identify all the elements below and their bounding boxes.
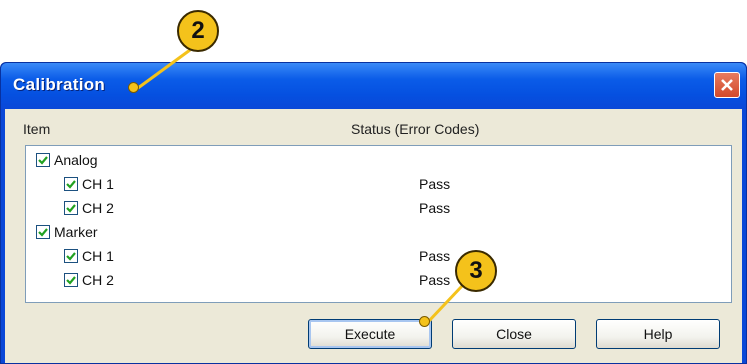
execute-button[interactable]: Execute xyxy=(308,319,432,349)
list-item-label: Marker xyxy=(54,224,98,240)
close-button[interactable]: Close xyxy=(452,319,576,349)
checkbox-analog-ch1[interactable] xyxy=(64,177,78,191)
list-item-analog-ch1[interactable]: CH 1 xyxy=(64,172,114,196)
calibration-dialog: Calibration Item Status (Error Codes) An… xyxy=(0,62,747,364)
callout-3: 3 xyxy=(455,250,497,292)
list-item-marker-ch2[interactable]: CH 2 xyxy=(64,268,114,292)
status-value: Pass xyxy=(419,176,451,192)
dialog-body: Item Status (Error Codes) Analog CH 1 Pa… xyxy=(5,109,742,363)
status-value: Pass xyxy=(419,248,451,264)
checkmark-icon xyxy=(66,180,76,189)
checkbox-analog-ch2[interactable] xyxy=(64,201,78,215)
list-item-analog-ch2[interactable]: CH 2 xyxy=(64,196,114,220)
checkbox-marker-ch1[interactable] xyxy=(64,249,78,263)
list-item-label: Analog xyxy=(54,152,98,168)
list-item-label: CH 1 xyxy=(82,176,114,192)
checkmark-icon xyxy=(66,252,76,261)
close-x-icon[interactable] xyxy=(714,72,740,98)
status-column-header: Status (Error Codes) xyxy=(351,121,480,137)
list-item-marker[interactable]: Marker xyxy=(36,220,98,244)
status-value: Pass xyxy=(419,200,451,216)
callout-2-number: 2 xyxy=(191,17,205,44)
checkmark-icon xyxy=(66,204,76,213)
item-column-header: Item xyxy=(23,121,51,137)
status-value: Pass xyxy=(419,272,451,288)
list-item-label: CH 2 xyxy=(82,200,114,216)
callout-3-dot xyxy=(419,316,430,327)
help-button[interactable]: Help xyxy=(596,319,720,349)
callout-2-dot xyxy=(128,82,139,93)
checkbox-marker-ch2[interactable] xyxy=(64,273,78,287)
list-item-marker-ch1[interactable]: CH 1 xyxy=(64,244,114,268)
checkmark-icon xyxy=(66,276,76,285)
checkmark-icon xyxy=(38,228,48,237)
calibration-item-list: Analog CH 1 Pass CH 2 Pass Marker CH 1 P… xyxy=(25,145,732,303)
checkmark-icon xyxy=(38,156,48,165)
checkbox-marker[interactable] xyxy=(36,225,50,239)
list-item-analog[interactable]: Analog xyxy=(36,148,98,172)
dialog-title: Calibration xyxy=(13,75,106,94)
callout-2: 2 xyxy=(177,10,219,52)
callout-3-number: 3 xyxy=(469,257,483,284)
checkbox-analog[interactable] xyxy=(36,153,50,167)
title-bar[interactable]: Calibration xyxy=(1,63,746,109)
list-item-label: CH 1 xyxy=(82,248,114,264)
list-item-label: CH 2 xyxy=(82,272,114,288)
